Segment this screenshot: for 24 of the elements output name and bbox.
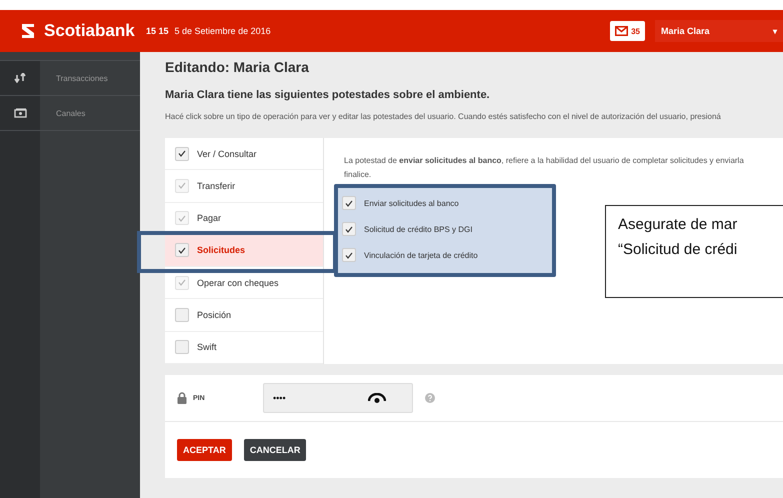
operation-item[interactable]: Solicitudes <box>165 234 323 268</box>
page-subtitle: Maria Clara tiene las siguientes potestades sobre el ambiente. <box>165 89 491 101</box>
time-text: 15 15 <box>146 26 169 36</box>
messages-button[interactable]: 35 <box>610 21 645 41</box>
brand-name: Scotiabank <box>44 21 135 41</box>
user-dropdown[interactable]: Maria Clara ▾ <box>655 20 783 42</box>
description-text: finalice. <box>344 170 372 179</box>
callout-text: Asegurate de mar <box>618 216 738 233</box>
instructions-text: Hacé click sobre un tipo de operación para ver y editar las potestades del usuario. Cuando estés satisfecho con el nivel de autorización del usuario, presioná <box>165 112 722 121</box>
cancel-button[interactable]: CANCELAR <box>244 439 306 461</box>
operation-item[interactable]: Posición <box>165 299 323 332</box>
pin-field[interactable]: •••• <box>263 383 413 413</box>
permission-option[interactable]: Enviar solicitudes al banco <box>342 196 552 210</box>
permission-option[interactable]: Solicitud de crédito BPS y DGI <box>342 222 552 236</box>
operation-item[interactable]: Swift <box>165 332 323 364</box>
permission-option[interactable]: Vinculación de tarjeta de crédito <box>342 248 552 262</box>
callout-text: “Solicitud de crédi <box>618 241 738 258</box>
accept-button[interactable]: ACEPTAR <box>177 439 232 461</box>
sidebar-item[interactable]: Canales <box>0 96 140 131</box>
operation-item[interactable]: Ver / Consultar <box>165 138 323 170</box>
description-text: La potestad de enviar solicitudes al banco, refiere a la habilidad del usuario de completar solicitudes y enviarla <box>344 156 745 165</box>
date-text: 5 de Setiembre de 2016 <box>174 26 271 36</box>
sidebar-item[interactable]: Transacciones <box>0 60 140 96</box>
page-title: Editando: Maria Clara <box>165 59 310 75</box>
